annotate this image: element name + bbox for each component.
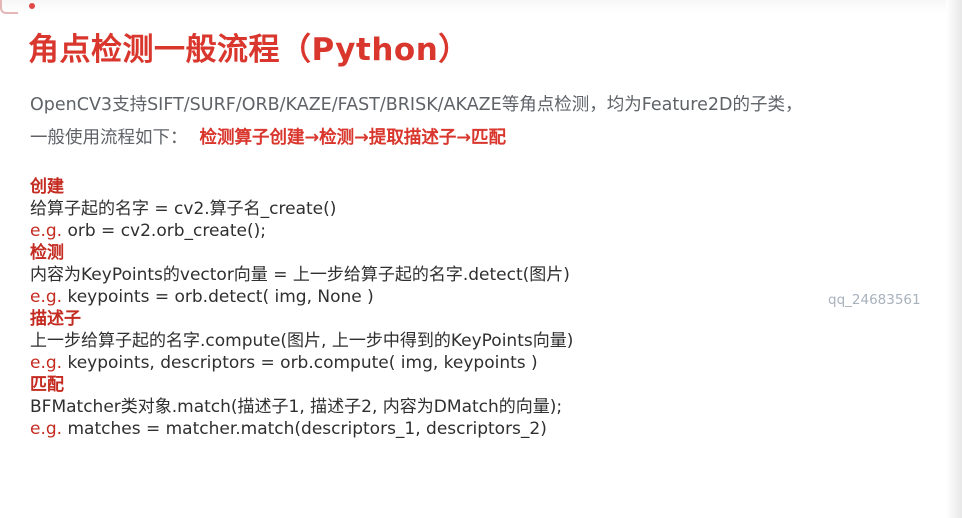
- workflow-emphasis: 检测算子创建→检测→提取描述子→匹配: [199, 128, 507, 148]
- step-heading: 匹配: [30, 375, 64, 395]
- example-prefix: e.g.: [30, 419, 63, 439]
- step-heading: 描述子: [30, 309, 81, 329]
- steps-list: 创建 给算子起的名字 = cv2.算子名_create() e.g. orb =…: [30, 176, 930, 440]
- example-code: keypoints, descriptors = orb.compute( im…: [62, 353, 538, 373]
- step-heading: 创建: [30, 177, 64, 197]
- intro-line-1: OpenCV3支持SIFT/SURF/ORB/KAZE/FAST/BRISK/A…: [30, 95, 803, 115]
- example-prefix: e.g.: [30, 353, 63, 373]
- step-example: e.g. keypoints, descriptors = orb.comput…: [30, 352, 930, 374]
- example-code: orb = cv2.orb_create();: [62, 221, 266, 241]
- step-description: BFMatcher类对象.match(描述子1, 描述子2, 内容为DMatch…: [30, 397, 563, 417]
- intro-paragraph: OpenCV3支持SIFT/SURF/ORB/KAZE/FAST/BRISK/A…: [30, 89, 950, 155]
- step-description: 给算子起的名字 = cv2.算子名_create(): [30, 199, 337, 219]
- step-example: e.g. matches = matcher.match(descriptors…: [30, 418, 930, 440]
- step-match: 匹配 BFMatcher类对象.match(描述子1, 描述子2, 内容为DMa…: [30, 374, 930, 440]
- example-prefix: e.g.: [30, 287, 63, 307]
- step-create: 创建 给算子起的名字 = cv2.算子名_create() e.g. orb =…: [30, 176, 930, 242]
- step-descriptor: 描述子 上一步给算子起的名字.compute(图片, 上一步中得到的KeyPoi…: [30, 308, 930, 374]
- step-heading: 检测: [30, 243, 64, 263]
- intro-line-2: 一般使用流程如下： 检测算子创建→检测→提取描述子→匹配: [30, 122, 950, 155]
- step-description: 上一步给算子起的名字.compute(图片, 上一步中得到的KeyPoints向…: [30, 331, 574, 351]
- step-example: e.g. orb = cv2.orb_create();: [30, 220, 930, 242]
- example-prefix: e.g.: [30, 221, 63, 241]
- step-detect: 检测 内容为KeyPoints的vector向量 = 上一步给算子起的名字.de…: [30, 242, 930, 308]
- slide-right-edge: [946, 0, 962, 518]
- corner-ornament: [0, 0, 18, 14]
- watermark-username: qq_24683561: [828, 292, 921, 308]
- step-description: 内容为KeyPoints的vector向量 = 上一步给算子起的名字.detec…: [30, 265, 570, 285]
- step-example: e.g. keypoints = orb.detect( img, None ): [30, 286, 930, 308]
- slide-top-bar: [0, 0, 962, 14]
- slide-title: 角点检测一般流程（Python）: [28, 32, 470, 68]
- example-code: matches = matcher.match(descriptors_1, d…: [62, 419, 547, 439]
- example-code: keypoints = orb.detect( img, None ): [62, 287, 374, 307]
- intro-line-2-prefix: 一般使用流程如下：: [30, 128, 188, 148]
- corner-dot: [29, 3, 35, 9]
